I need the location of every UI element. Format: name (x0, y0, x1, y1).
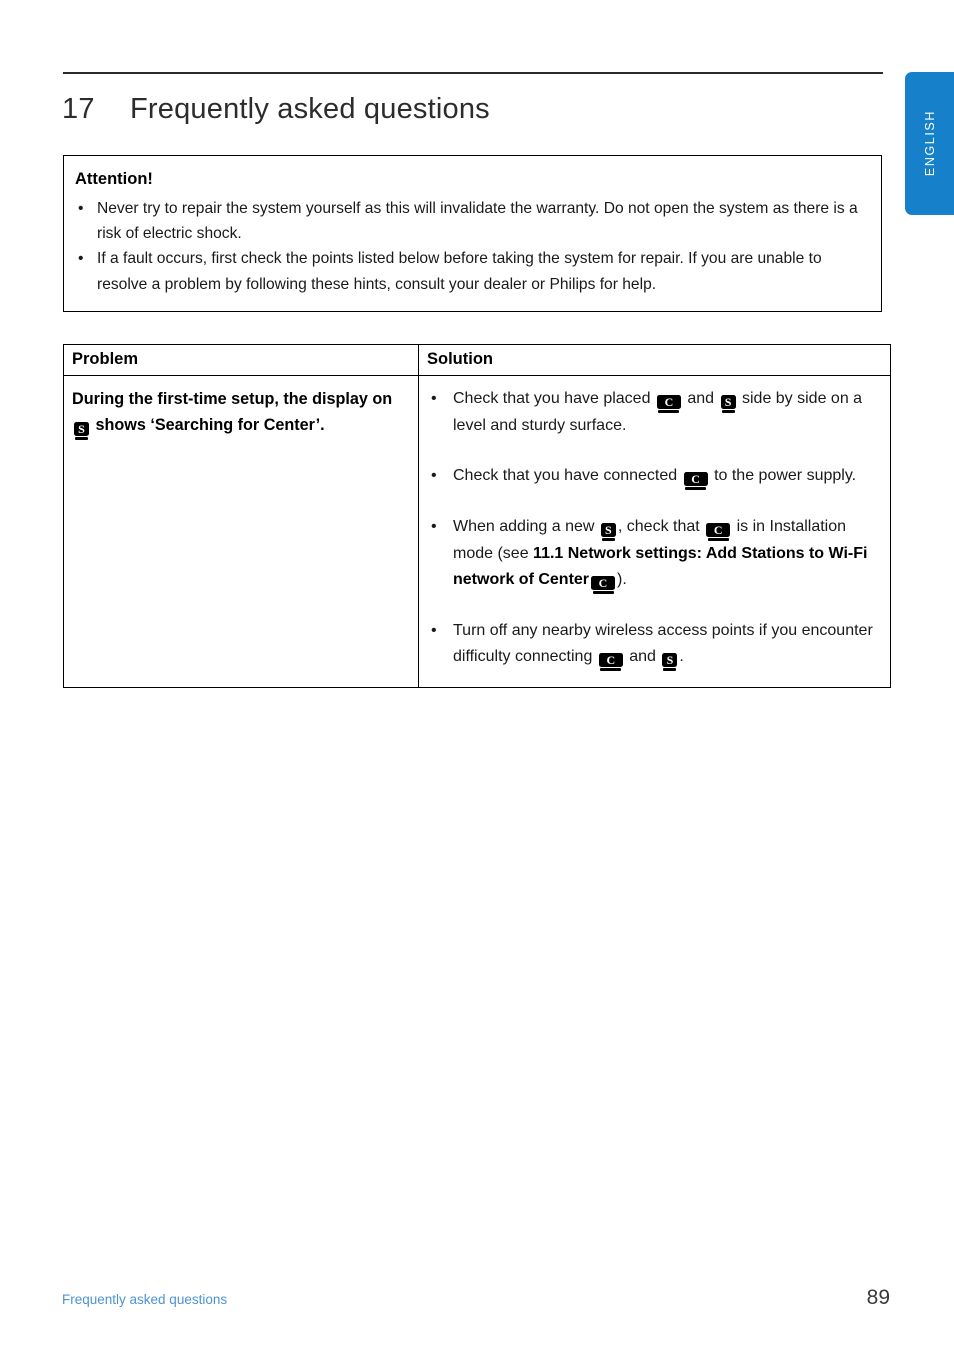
badge-base (721, 410, 735, 413)
list-item: • Never try to repair the system yoursel… (75, 196, 865, 247)
chapter-number: 17 (62, 93, 95, 125)
station-badge-icon: S (662, 652, 678, 671)
center-badge-icon: C (706, 522, 731, 541)
solution-text: and (687, 390, 715, 407)
list-item: • When adding a new S, check that C is i… (427, 514, 882, 594)
badge-base (685, 486, 707, 490)
column-header-solution: Solution (418, 344, 891, 376)
header-rule (63, 72, 883, 74)
solution-list: • Check that you have placed C and S sid… (427, 386, 882, 671)
page-title: 17 Frequently asked questions (62, 93, 882, 126)
attention-title: Attention! (75, 170, 153, 188)
bullet-icon: • (78, 199, 84, 217)
station-badge-letter: S (74, 422, 89, 437)
badge-base (658, 410, 680, 413)
bullet-icon: • (431, 517, 437, 535)
station-badge-letter: S (720, 395, 736, 409)
bullet-icon: • (78, 250, 84, 268)
column-header-problem: Problem (63, 344, 419, 376)
solution-cell: • Check that you have placed C and S sid… (418, 375, 891, 688)
center-badge-letter: C (591, 575, 616, 590)
table-row: During the first-time setup, the display… (63, 375, 891, 688)
solution-text: to the power supply. (714, 466, 857, 484)
bullet-icon: • (431, 466, 437, 484)
station-badge-letter: S (600, 522, 616, 537)
problem-cell: During the first-time setup, the display… (63, 375, 419, 688)
badge-base (592, 590, 614, 594)
center-badge-letter: C (683, 471, 708, 486)
center-badge-icon: C (591, 575, 616, 594)
center-badge-letter: C (656, 395, 681, 409)
attention-callout-box: Attention! • Never try to repair the sys… (63, 155, 882, 312)
badge-base (75, 437, 88, 441)
footer-page-number: 89 (866, 1286, 890, 1309)
station-badge-letter: S (662, 652, 678, 667)
table-header-row: Problem Solution (63, 344, 891, 376)
station-badge-icon: S (600, 522, 616, 541)
solution-text: ). (617, 570, 627, 588)
bullet-icon: • (431, 621, 437, 639)
center-badge-letter: C (706, 522, 731, 537)
center-badge-icon: C (598, 652, 623, 671)
station-badge-icon: S (720, 395, 736, 413)
chapter-title: Frequently asked questions (130, 93, 490, 125)
footer-section-label: Frequently asked questions (62, 1292, 228, 1307)
document-page: ENGLISH 17 Frequently asked questions At… (0, 0, 954, 1350)
station-badge-icon: S (74, 422, 89, 441)
attention-item-text: If a fault occurs, first check the point… (97, 250, 822, 293)
list-item: • If a fault occurs, first check the poi… (75, 246, 865, 297)
list-item: • Check that you have connected C to the… (427, 463, 882, 490)
language-tab-english: ENGLISH (905, 72, 954, 215)
attention-item-text: Never try to repair the system yourself … (97, 199, 858, 243)
center-badge-icon: C (683, 471, 708, 490)
badge-base (601, 537, 615, 541)
badge-base (707, 537, 729, 541)
solution-text: and (629, 647, 656, 665)
center-badge-icon: C (656, 395, 681, 413)
language-tab-label: ENGLISH (922, 110, 937, 177)
solution-text: . (679, 647, 684, 665)
solution-text: When adding a new (453, 517, 595, 535)
center-badge-letter: C (598, 652, 623, 667)
list-item: • Turn off any nearby wireless access po… (427, 618, 882, 671)
list-item: • Check that you have placed C and S sid… (427, 386, 882, 439)
badge-base (600, 667, 622, 671)
faq-table: Problem Solution During the first-time s… (63, 344, 891, 688)
badge-base (663, 667, 677, 671)
bullet-icon: • (431, 390, 437, 407)
attention-list: • Never try to repair the system yoursel… (75, 196, 865, 297)
solution-text: Check that you have connected (453, 466, 678, 484)
problem-text-part2: shows ‘Searching for Center’. (95, 416, 325, 435)
solution-text: , check that (617, 517, 700, 535)
solution-text: Check that you have placed (453, 390, 651, 407)
problem-text-part1: During the first-time setup, the display… (72, 390, 393, 408)
